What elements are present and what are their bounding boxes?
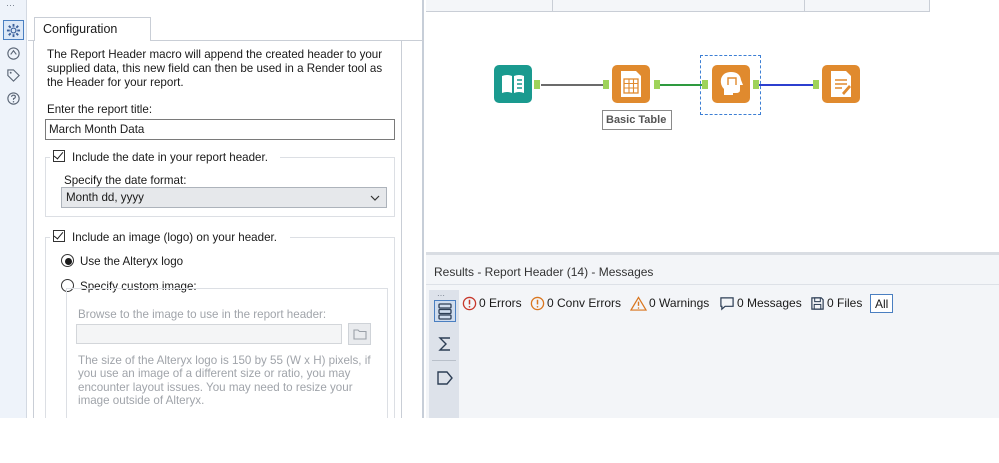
tag-icon[interactable] xyxy=(3,65,24,85)
include-image-checkbox[interactable] xyxy=(53,229,65,242)
basic-table-tool[interactable] xyxy=(612,65,650,103)
help-icon[interactable] xyxy=(3,88,24,108)
tag-view-button[interactable] xyxy=(434,367,456,389)
wire-header-to-layout xyxy=(759,84,815,86)
book-icon xyxy=(502,75,524,93)
strip-grip-icon: ⋯ xyxy=(6,0,16,10)
errors-label: 0 Errors xyxy=(479,296,522,310)
input-anchor[interactable] xyxy=(813,80,819,89)
error-icon xyxy=(462,296,477,310)
results-side-strip: ⋯ xyxy=(429,290,459,418)
layout-tool[interactable] xyxy=(822,65,860,103)
output-anchor[interactable] xyxy=(753,80,759,89)
image-path-input[interactable] xyxy=(76,324,342,344)
warnings-label: 0 Warnings xyxy=(649,296,710,310)
workflow-canvas[interactable]: Basic Table xyxy=(426,0,999,252)
tag-outline-icon xyxy=(437,371,453,385)
wire-table-to-header xyxy=(660,84,702,86)
canvas-header-strip xyxy=(426,0,930,12)
table-icon xyxy=(621,71,641,97)
include-date-label: Include the date in your report header. xyxy=(72,151,268,164)
input-anchor[interactable] xyxy=(702,80,708,89)
strip-grip-icon: ⋯ xyxy=(437,291,445,300)
conv-errors-label: 0 Conv Errors xyxy=(547,296,622,310)
use-alteryx-logo-radio[interactable] xyxy=(61,254,74,267)
browse-button[interactable] xyxy=(348,323,371,345)
input-anchor[interactable] xyxy=(603,80,609,89)
use-alteryx-logo-label: Use the Alteryx logo xyxy=(80,255,184,268)
results-title: Results - Report Header (14) - Messages xyxy=(434,265,654,279)
include-image-label: Include an image (logo) on your header. xyxy=(72,231,277,244)
date-format-select[interactable]: Month dd, yyyy xyxy=(61,187,387,208)
tool-annotation: Basic Table xyxy=(602,110,673,130)
folder-icon xyxy=(352,328,367,340)
connection-icon[interactable] xyxy=(3,43,24,63)
header-divider xyxy=(552,0,553,12)
conversion-error-icon xyxy=(530,296,545,310)
results-title-divider xyxy=(426,284,999,285)
conv-errors-filter[interactable]: 0 Conv Errors xyxy=(530,295,621,311)
header-divider xyxy=(929,0,930,12)
left-icon-strip: ⋯ xyxy=(0,0,27,418)
header-divider xyxy=(804,0,805,12)
document-pen-icon xyxy=(831,71,851,97)
messages-view-button[interactable] xyxy=(434,300,456,322)
browse-label: Browse to the image to use in the report… xyxy=(78,308,327,321)
date-format-value: Month dd, yyyy xyxy=(66,191,144,204)
results-panel: Results - Report Header (14) - Messages … xyxy=(426,255,999,418)
logo-size-note: The size of the Alteryx logo is 150 by 5… xyxy=(78,354,371,408)
stack-icon xyxy=(438,303,452,320)
summary-view-button[interactable] xyxy=(434,333,456,355)
include-date-checkbox[interactable] xyxy=(53,149,65,162)
messages-filter[interactable]: 0 Messages xyxy=(719,295,802,311)
configuration-panel: Configuration The Report Header macro wi… xyxy=(28,0,424,418)
report-title-input[interactable]: March Month Data xyxy=(45,119,395,140)
input-data-tool[interactable] xyxy=(494,65,532,103)
files-label: 0 Files xyxy=(827,296,863,310)
chevron-down-icon xyxy=(370,195,380,201)
messages-label: 0 Messages xyxy=(737,296,802,310)
all-filter-button[interactable]: All xyxy=(870,294,894,313)
message-icon xyxy=(720,296,734,310)
files-filter[interactable]: 0 Files xyxy=(810,295,862,311)
strip-divider xyxy=(432,360,456,361)
report-title-label: Enter the report title: xyxy=(47,103,153,116)
tab-configuration[interactable]: Configuration xyxy=(34,17,151,41)
output-anchor[interactable] xyxy=(534,80,540,89)
output-anchor[interactable] xyxy=(654,80,660,89)
configuration-gear-icon[interactable] xyxy=(3,20,24,40)
head-icon xyxy=(720,72,743,95)
warnings-filter[interactable]: 0 Warnings xyxy=(630,295,709,311)
report-header-tool[interactable] xyxy=(712,65,750,103)
wire-input-to-table xyxy=(541,84,603,86)
save-icon xyxy=(811,296,824,310)
date-format-label: Specify the date format: xyxy=(64,174,187,187)
errors-filter[interactable]: 0 Errors xyxy=(462,295,522,311)
warning-icon xyxy=(630,295,647,311)
macro-description: The Report Header macro will append the … xyxy=(47,48,383,89)
sigma-icon xyxy=(438,337,450,351)
